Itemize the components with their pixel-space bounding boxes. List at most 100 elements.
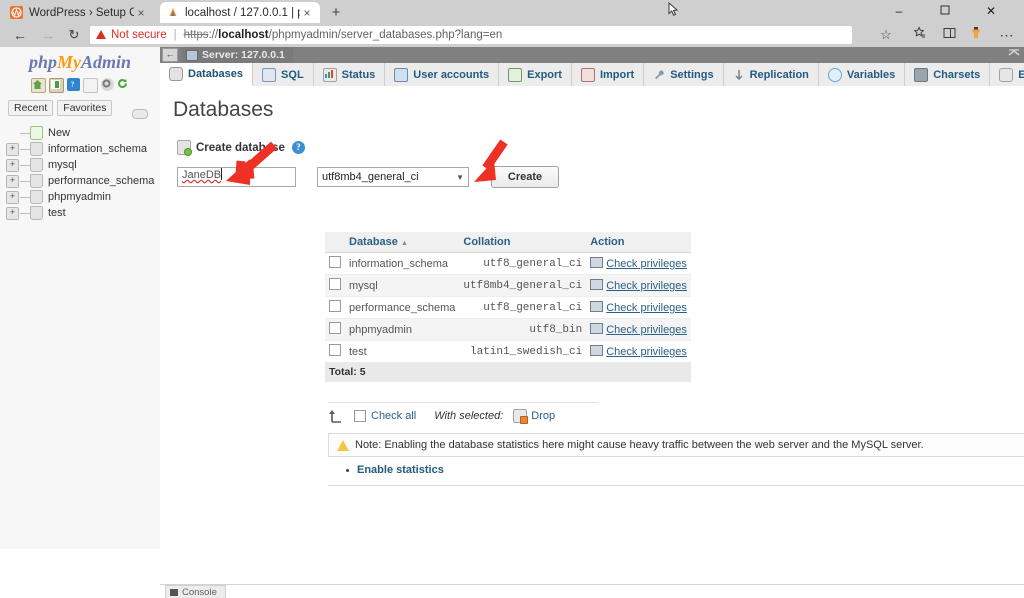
expand-icon[interactable]: + [6, 158, 19, 172]
collections-icon[interactable] [908, 26, 930, 44]
help-icon[interactable]: ? [66, 78, 80, 91]
phpmyadmin-logo[interactable]: phpMyAdmin [0, 47, 160, 73]
window-minimize-button[interactable]: – [878, 0, 920, 22]
row-checkbox-cell[interactable] [325, 318, 345, 341]
tree-item-test[interactable]: + test [6, 205, 158, 221]
split-screen-icon[interactable] [938, 26, 960, 44]
row-database-name[interactable]: performance_schema [345, 296, 460, 319]
collation-select[interactable]: utf8mb4_general_ci ▼ [317, 167, 469, 187]
new-tab-button[interactable]: + [326, 4, 346, 22]
tab-settings[interactable]: Settings [644, 63, 724, 86]
tab-replication[interactable]: Replication [723, 63, 819, 86]
browser-more-menu-icon[interactable]: ⋯ [996, 26, 1018, 44]
tab-status[interactable]: Status [313, 63, 386, 86]
new-database-icon [30, 126, 43, 140]
row-checkbox-cell[interactable] [325, 296, 345, 319]
tree-item-new[interactable]: New [6, 125, 158, 141]
sql-query-icon[interactable] [48, 78, 64, 93]
tab-engines[interactable]: Engines [990, 63, 1024, 86]
row-checkbox[interactable] [329, 256, 341, 268]
row-checkbox-cell[interactable] [325, 340, 345, 363]
settings-icon[interactable] [100, 78, 114, 91]
table-row[interactable]: phpmyadmin utf8_bin Check privileges [325, 318, 691, 341]
forward-icon[interactable]: → [38, 25, 58, 45]
tree-item-mysql[interactable]: + mysql [6, 157, 158, 173]
expand-icon[interactable]: + [6, 206, 19, 220]
row-checkbox[interactable] [329, 300, 341, 312]
select-all-arrow-icon[interactable] [328, 409, 344, 423]
favorite-star-icon[interactable]: ☆ [875, 26, 897, 44]
tab-sql[interactable]: SQL [253, 63, 314, 86]
check-all-checkbox[interactable] [354, 410, 366, 422]
tab-user-accounts[interactable]: User accounts [385, 63, 500, 86]
not-secure-indicator[interactable]: Not secure [96, 29, 167, 41]
tab-variables[interactable]: Variables [818, 63, 906, 86]
drop-link[interactable]: Drop [531, 410, 555, 422]
window-close-button[interactable]: ✕ [970, 0, 1012, 22]
tab-charsets[interactable]: Charsets [905, 63, 991, 86]
reload-icon[interactable]: ↻ [64, 25, 84, 45]
theme-icon[interactable] [82, 78, 98, 93]
expand-icon[interactable]: + [6, 190, 19, 204]
expand-icon[interactable]: + [6, 174, 19, 188]
table-row[interactable]: performance_schema utf8_general_ci Check… [325, 296, 691, 319]
row-database-name[interactable]: test [345, 340, 460, 363]
row-checkbox-cell[interactable] [325, 252, 345, 275]
row-database-name[interactable]: mysql [345, 274, 460, 297]
home-icon[interactable] [30, 78, 46, 93]
privileges-icon [590, 279, 604, 290]
table-row[interactable]: mysql utf8mb4_general_ci Check privilege… [325, 274, 691, 297]
back-icon[interactable]: ← [10, 25, 30, 45]
row-action[interactable]: Check privileges [586, 340, 691, 363]
row-checkbox[interactable] [329, 344, 341, 356]
browser-tab-wordpress[interactable]: WordPress › Setup Configuration × [4, 2, 154, 23]
favorites-button[interactable]: Favorites [57, 100, 113, 116]
row-action[interactable]: Check privileges [586, 296, 691, 319]
enable-statistics-row[interactable]: Enable statistics [346, 464, 444, 476]
column-collation[interactable]: Collation [459, 232, 587, 253]
tab-import[interactable]: Import [571, 63, 645, 86]
import-icon [580, 67, 595, 82]
row-checkbox[interactable] [329, 278, 341, 290]
check-privileges-link[interactable]: Check privileges [606, 346, 687, 358]
check-privileges-link[interactable]: Check privileges [606, 324, 687, 336]
column-database[interactable]: Database ▲ [345, 232, 460, 253]
row-collation: latin1_swedish_ci [459, 340, 587, 363]
table-row[interactable]: information_schema utf8_general_ci Check… [325, 252, 691, 275]
row-action[interactable]: Check privileges [586, 274, 691, 297]
refresh-icon[interactable] [117, 78, 130, 91]
row-action[interactable]: Check privileges [586, 318, 691, 341]
check-privileges-link[interactable]: Check privileges [606, 258, 687, 270]
tree-item-performance-schema[interactable]: + performance_schema [6, 173, 158, 189]
row-collation: utf8_general_ci [459, 296, 587, 319]
tree-item-phpmyadmin[interactable]: + phpmyadmin [6, 189, 158, 205]
console-button[interactable]: Console [165, 585, 226, 598]
row-database-name[interactable]: information_schema [345, 252, 460, 275]
check-all-label[interactable]: Check all [371, 410, 416, 422]
table-row[interactable]: test latin1_swedish_ci Check privileges [325, 340, 691, 363]
tree-item-information-schema[interactable]: + information_schema [6, 141, 158, 157]
enable-statistics-link[interactable]: Enable statistics [357, 464, 444, 476]
recent-button[interactable]: Recent [8, 100, 54, 116]
row-action[interactable]: Check privileges [586, 252, 691, 275]
check-privileges-link[interactable]: Check privileges [606, 302, 687, 314]
address-bar[interactable]: Not secure | https://localhost/phpmyadmi… [90, 26, 852, 44]
close-icon[interactable]: × [300, 7, 314, 19]
browser-tab-phpmyadmin[interactable]: localhost / 127.0.0.1 | phpMyAdm × [160, 2, 320, 23]
expand-icon[interactable]: + [6, 142, 19, 156]
page-title: Databases [173, 98, 274, 121]
collapse-up-icon[interactable] [1008, 48, 1020, 61]
sidebar-collapse-toggle[interactable] [132, 109, 148, 119]
help-icon[interactable]: ? [291, 141, 305, 154]
extension-profile-icon[interactable] [965, 26, 987, 44]
row-checkbox-cell[interactable] [325, 274, 345, 297]
tab-databases[interactable]: Databases [160, 63, 254, 86]
check-privileges-link[interactable]: Check privileges [606, 280, 687, 292]
collapse-panel-icon[interactable]: ← [162, 48, 178, 62]
window-maximize-button[interactable] [924, 0, 966, 22]
privileges-icon [590, 301, 604, 312]
tab-export[interactable]: Export [499, 63, 572, 86]
row-checkbox[interactable] [329, 322, 341, 334]
row-database-name[interactable]: phpmyadmin [345, 318, 460, 341]
close-icon[interactable]: × [134, 7, 148, 19]
